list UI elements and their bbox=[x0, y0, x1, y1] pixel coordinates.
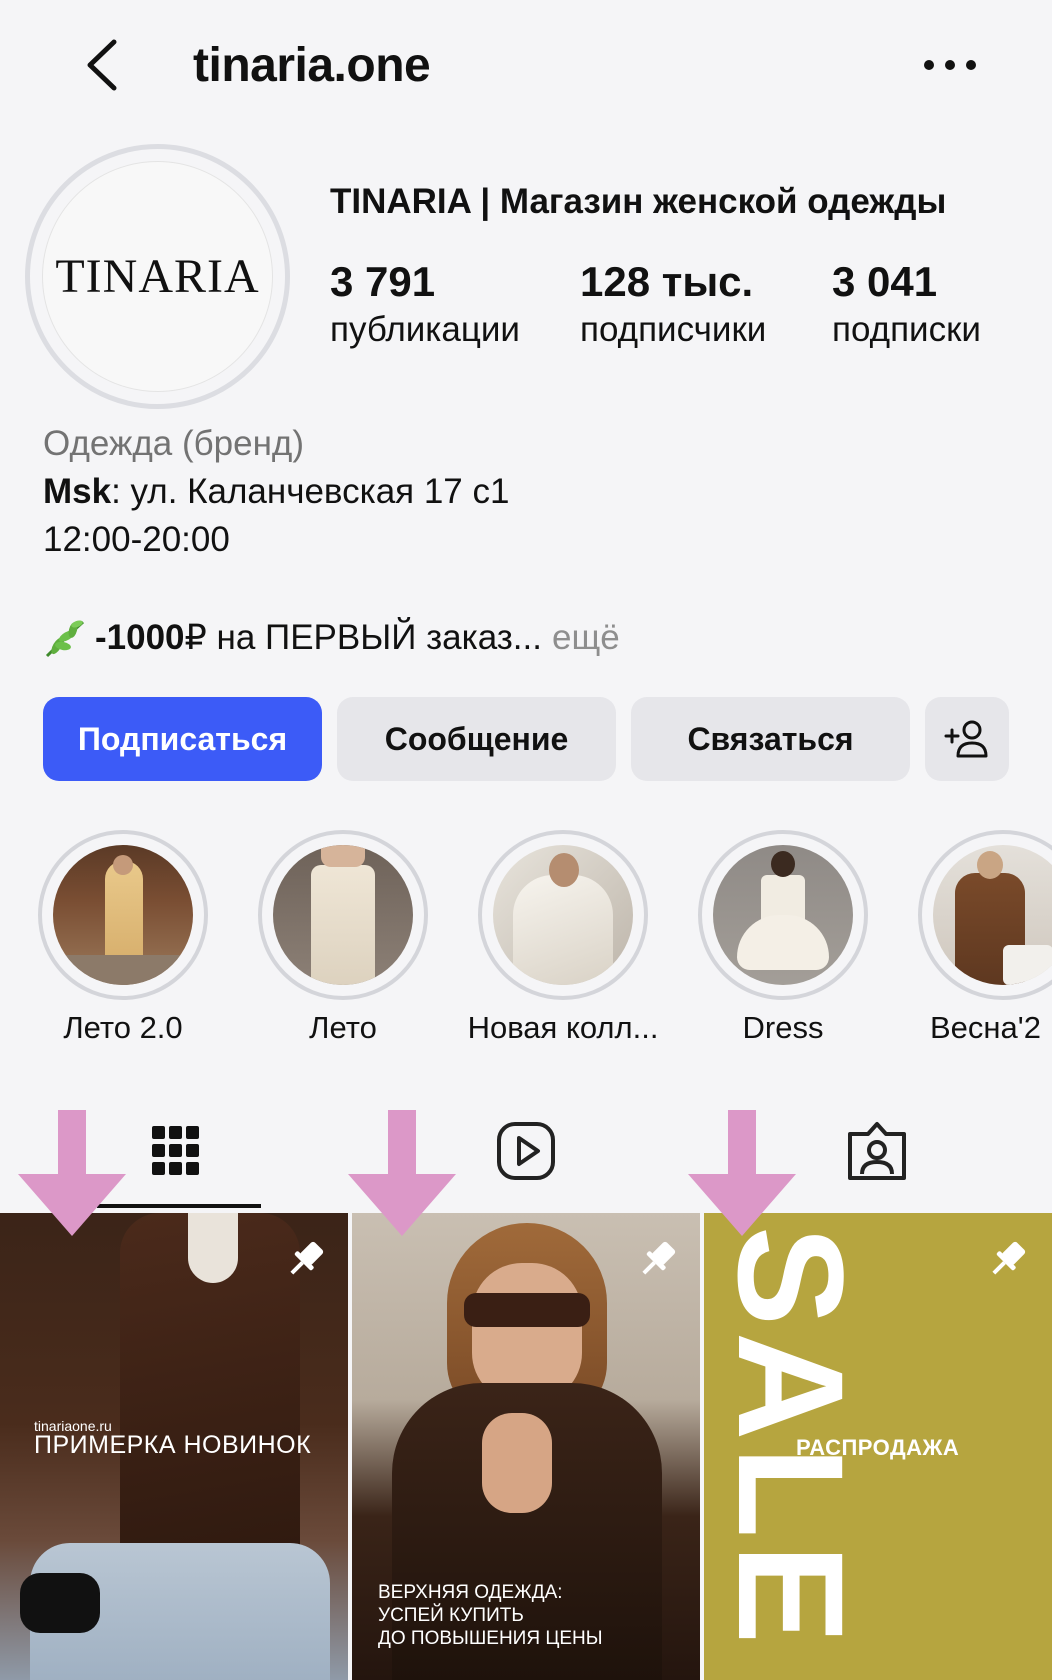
highlight-ring bbox=[38, 830, 208, 1000]
highlight-vesna[interactable]: Весна'2 bbox=[918, 830, 1052, 1045]
highlight-label: Новая колл... bbox=[467, 1010, 659, 1045]
profile-tabs bbox=[0, 1100, 1052, 1210]
highlight-leto-2[interactable]: Лето 2.0 bbox=[38, 830, 208, 1045]
grid-icon[interactable] bbox=[150, 1120, 202, 1182]
back-arrow-icon[interactable] bbox=[78, 34, 138, 96]
message-button[interactable]: Сообщение bbox=[337, 697, 616, 781]
avatar[interactable]: TINARIA bbox=[25, 144, 290, 409]
avatar-logo-text: TINARIA bbox=[55, 250, 260, 303]
highlight-leto[interactable]: Лето bbox=[258, 830, 428, 1045]
highlight-ring bbox=[478, 830, 648, 1000]
highlight-cover bbox=[713, 845, 853, 985]
profile-display-name: TINARIA | Магазин женской одежды bbox=[330, 182, 947, 221]
bio-more-link[interactable]: ещё bbox=[552, 618, 620, 658]
stat-posts-count: 3 791 bbox=[330, 258, 436, 305]
post-caption-line: УСПЕЙ КУПИТЬ bbox=[378, 1605, 524, 1626]
post-tile[interactable]: tinariaone.ru ПРИМЕРКА НОВИНОК bbox=[0, 1213, 348, 1680]
highlight-cover bbox=[53, 845, 193, 985]
pinned-post-icon bbox=[992, 1241, 1026, 1275]
highlight-ring bbox=[258, 830, 428, 1000]
down-arrow-icon bbox=[688, 1110, 796, 1236]
post-caption: РАСПРОДАЖА bbox=[796, 1435, 960, 1460]
pinned-post-icon bbox=[642, 1241, 676, 1275]
highlight-label: Dress bbox=[742, 1010, 824, 1045]
bio-address[interactable]: Msk: ул. Каланчевская 17 с1 bbox=[43, 472, 509, 512]
bio-hours: 12:00-20:00 bbox=[43, 520, 230, 559]
stat-followers[interactable]: 128 тыс. подписчики bbox=[580, 258, 766, 354]
post-tile[interactable]: SALE РАСПРОДАЖА bbox=[704, 1213, 1052, 1680]
contact-button[interactable]: Связаться bbox=[631, 697, 910, 781]
highlight-cover bbox=[273, 845, 413, 985]
suggest-people-button[interactable] bbox=[925, 697, 1009, 781]
post-caption: ПРИМЕРКА НОВИНОК bbox=[34, 1431, 312, 1459]
profile-username: tinaria.one bbox=[193, 39, 431, 92]
highlight-dress[interactable]: Dress bbox=[698, 830, 868, 1045]
bio-street: : ул. Каланчевская 17 с1 bbox=[111, 472, 510, 511]
down-arrow-icon bbox=[348, 1110, 456, 1236]
bio-city: Msk bbox=[43, 472, 112, 511]
pinned-post-icon bbox=[290, 1241, 324, 1275]
highlight-label: Весна'2 bbox=[930, 1010, 1041, 1045]
stat-followers-count: 128 тыс. bbox=[580, 258, 754, 305]
top-bar: tinaria.one bbox=[0, 0, 1052, 130]
post-caption-line: ДО ПОВЫШЕНИЯ ЦЕНЫ bbox=[378, 1628, 603, 1649]
stat-posts-label: публикации bbox=[330, 310, 520, 349]
avatar-image: TINARIA bbox=[42, 161, 273, 392]
tagged-icon[interactable] bbox=[846, 1120, 908, 1182]
herb-leaf-icon bbox=[45, 620, 85, 658]
post-caption: ВЕРХНЯЯ ОДЕЖДА: УСПЕЙ КУПИТЬ ДО ПОВЫШЕНИ… bbox=[378, 1581, 603, 1650]
stat-following-label: подписки bbox=[832, 310, 981, 349]
highlight-new-collection[interactable]: Новая колл... bbox=[468, 830, 658, 1045]
stat-posts[interactable]: 3 791 публикации bbox=[330, 258, 520, 354]
stat-following[interactable]: 3 041 подписки bbox=[832, 258, 981, 354]
highlight-cover bbox=[933, 845, 1052, 985]
add-person-icon bbox=[944, 720, 988, 758]
highlight-label: Лето 2.0 bbox=[63, 1010, 183, 1045]
promo-amount: -1000 bbox=[95, 618, 185, 657]
down-arrow-icon bbox=[18, 1110, 126, 1236]
bio-promo: -1000 ₽ на ПЕРВЫЙ заказ... ещё bbox=[43, 616, 620, 660]
more-options-icon[interactable] bbox=[924, 52, 976, 78]
highlight-cover bbox=[493, 845, 633, 985]
post-caption-line: ВЕРХНЯЯ ОДЕЖДА: bbox=[378, 1582, 563, 1603]
highlight-label: Лето bbox=[309, 1010, 377, 1045]
stat-followers-label: подписчики bbox=[580, 310, 767, 349]
reels-icon[interactable] bbox=[496, 1120, 556, 1182]
follow-button[interactable]: Подписаться bbox=[43, 697, 322, 781]
promo-text: ₽ на ПЕРВЫЙ заказ... bbox=[184, 618, 542, 657]
highlight-ring bbox=[698, 830, 868, 1000]
highlight-ring bbox=[918, 830, 1052, 1000]
stat-following-count: 3 041 bbox=[832, 258, 938, 305]
bio-category: Одежда (бренд) bbox=[43, 424, 305, 463]
post-grid: tinariaone.ru ПРИМЕРКА НОВИНОК ВЕРХНЯЯ О… bbox=[0, 1213, 1052, 1680]
post-tile[interactable]: ВЕРХНЯЯ ОДЕЖДА: УСПЕЙ КУПИТЬ ДО ПОВЫШЕНИ… bbox=[352, 1213, 700, 1680]
